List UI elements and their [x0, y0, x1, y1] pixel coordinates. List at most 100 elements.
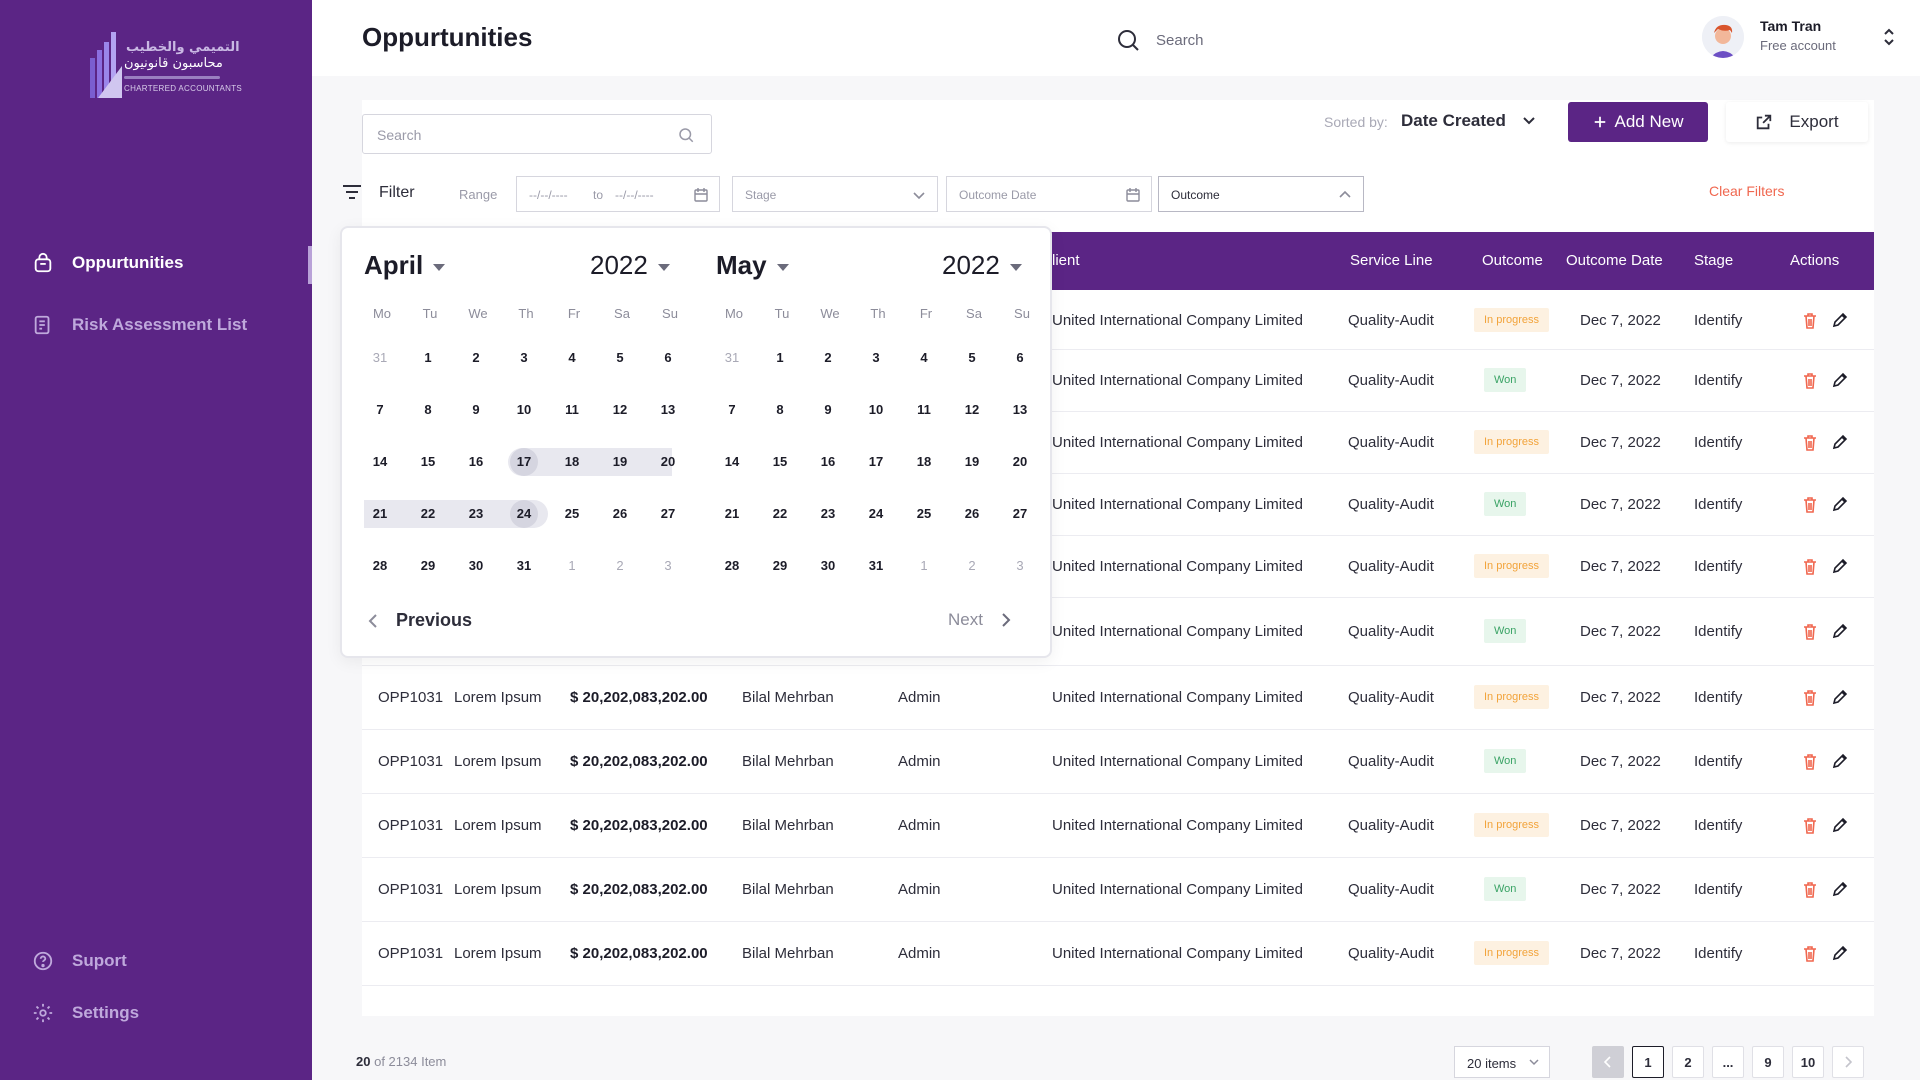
- edit-pencil-icon[interactable]: [1832, 623, 1848, 639]
- calendar-day[interactable]: 23: [458, 500, 494, 528]
- trash-icon[interactable]: [1802, 881, 1818, 899]
- trash-icon[interactable]: [1802, 372, 1818, 390]
- trash-icon[interactable]: [1802, 623, 1818, 641]
- calendar-day[interactable]: 30: [458, 552, 494, 580]
- edit-pencil-icon[interactable]: [1832, 558, 1848, 574]
- pagination-next[interactable]: [1832, 1046, 1864, 1078]
- trash-icon[interactable]: [1802, 689, 1818, 707]
- user-menu[interactable]: Tam Tran Free account: [1702, 16, 1902, 62]
- trash-icon[interactable]: [1802, 496, 1818, 514]
- calendar-day[interactable]: 3: [858, 344, 894, 372]
- outcome-date-field[interactable]: Outcome Date: [946, 176, 1152, 212]
- calendar-day[interactable]: 9: [458, 396, 494, 424]
- calendar-day[interactable]: 26: [602, 500, 638, 528]
- table-row[interactable]: OPP1031 Lorem Ipsum $ 20,202,083,202.00 Bil…: [362, 730, 1874, 794]
- calendar-previous-button[interactable]: Previous: [368, 610, 472, 631]
- calendar-day[interactable]: 25: [554, 500, 590, 528]
- calendar-day[interactable]: 17: [506, 448, 542, 476]
- sort-dropdown[interactable]: Date Created: [1401, 111, 1506, 131]
- trash-icon[interactable]: [1802, 753, 1818, 771]
- calendar-day[interactable]: 24: [858, 500, 894, 528]
- calendar-day[interactable]: 25: [906, 500, 942, 528]
- calendar-day[interactable]: 19: [954, 448, 990, 476]
- calendar-day[interactable]: 15: [762, 448, 798, 476]
- calendar-day[interactable]: 9: [810, 396, 846, 424]
- calendar-day[interactable]: 2: [954, 552, 990, 580]
- calendar-day[interactable]: 26: [954, 500, 990, 528]
- calendar-day[interactable]: 20: [1002, 448, 1038, 476]
- trash-icon[interactable]: [1802, 434, 1818, 452]
- calendar-day[interactable]: 22: [762, 500, 798, 528]
- list-search-input[interactable]: Search: [362, 114, 712, 154]
- pagination-ellipsis[interactable]: ...: [1712, 1046, 1744, 1078]
- chevron-updown-icon[interactable]: [1882, 26, 1896, 48]
- per-page-select[interactable]: 20 items: [1454, 1046, 1550, 1078]
- calendar-day[interactable]: 17: [858, 448, 894, 476]
- calendar-day[interactable]: 23: [810, 500, 846, 528]
- calendar-day[interactable]: 6: [650, 344, 686, 372]
- calendar-day[interactable]: 4: [906, 344, 942, 372]
- calendar-day[interactable]: 8: [762, 396, 798, 424]
- calendar-day[interactable]: 2: [602, 552, 638, 580]
- calendar-day[interactable]: 5: [954, 344, 990, 372]
- edit-pencil-icon[interactable]: [1832, 817, 1848, 833]
- calendar-day[interactable]: 18: [906, 448, 942, 476]
- calendar-day[interactable]: 30: [810, 552, 846, 580]
- trash-icon[interactable]: [1802, 945, 1818, 963]
- calendar-day[interactable]: 3: [506, 344, 542, 372]
- pagination-page-1[interactable]: 1: [1632, 1046, 1664, 1078]
- calendar-day[interactable]: 28: [714, 552, 750, 580]
- global-search-input[interactable]: Search: [1156, 32, 1204, 49]
- calendar-day[interactable]: 14: [714, 448, 750, 476]
- calendar-day[interactable]: 24: [506, 500, 542, 528]
- calendar-day[interactable]: 31: [506, 552, 542, 580]
- calendar-day[interactable]: 12: [954, 396, 990, 424]
- calendar-day[interactable]: 31: [858, 552, 894, 580]
- sidebar-item-oppurtunities[interactable]: Oppurtunities: [32, 252, 183, 274]
- pagination-page-2[interactable]: 2: [1672, 1046, 1704, 1078]
- calendar-day[interactable]: 3: [650, 552, 686, 580]
- calendar-day[interactable]: 11: [906, 396, 942, 424]
- calendar-day[interactable]: 10: [858, 396, 894, 424]
- calendar-day[interactable]: 6: [1002, 344, 1038, 372]
- global-search[interactable]: Search: [1116, 28, 1204, 52]
- calendar-day[interactable]: 11: [554, 396, 590, 424]
- trash-icon[interactable]: [1802, 312, 1818, 330]
- calendar-day[interactable]: 19: [602, 448, 638, 476]
- export-button[interactable]: Export: [1726, 102, 1868, 142]
- calendar-day[interactable]: 18: [554, 448, 590, 476]
- table-row[interactable]: OPP1031 Lorem Ipsum $ 20,202,083,202.00 Bil…: [362, 666, 1874, 730]
- sidebar-item-support[interactable]: Suport: [32, 950, 127, 972]
- table-row[interactable]: OPP1031 Lorem Ipsum $ 20,202,083,202.00 Bil…: [362, 794, 1874, 858]
- stage-select[interactable]: Stage: [732, 176, 938, 212]
- calendar-year-select-left[interactable]: 2022: [590, 250, 670, 281]
- calendar-day[interactable]: 1: [554, 552, 590, 580]
- calendar-day[interactable]: 31: [714, 344, 750, 372]
- calendar-day[interactable]: 16: [810, 448, 846, 476]
- edit-pencil-icon[interactable]: [1832, 434, 1848, 450]
- calendar-day[interactable]: 27: [1002, 500, 1038, 528]
- calendar-day[interactable]: 1: [410, 344, 446, 372]
- edit-pencil-icon[interactable]: [1832, 312, 1848, 328]
- column-header-client[interactable]: lient: [1052, 252, 1080, 269]
- column-header-outcome[interactable]: Outcome: [1482, 252, 1543, 269]
- edit-pencil-icon[interactable]: [1832, 689, 1848, 705]
- filter-label[interactable]: Filter: [379, 184, 415, 202]
- column-header-service-line[interactable]: Service Line: [1350, 252, 1433, 269]
- calendar-day[interactable]: 7: [362, 396, 398, 424]
- calendar-day[interactable]: 13: [1002, 396, 1038, 424]
- edit-pencil-icon[interactable]: [1832, 753, 1848, 769]
- calendar-day[interactable]: 4: [554, 344, 590, 372]
- outcome-select[interactable]: Outcome: [1158, 176, 1364, 212]
- company-logo[interactable]: التميمي والخطيب محاسبون قانونيون CHARTER…: [88, 30, 242, 102]
- calendar-day[interactable]: 15: [410, 448, 446, 476]
- pagination-page-9[interactable]: 9: [1752, 1046, 1784, 1078]
- edit-pencil-icon[interactable]: [1832, 496, 1848, 512]
- calendar-day[interactable]: 7: [714, 396, 750, 424]
- calendar-day[interactable]: 2: [458, 344, 494, 372]
- column-header-stage[interactable]: Stage: [1694, 252, 1733, 269]
- calendar-day[interactable]: 16: [458, 448, 494, 476]
- table-row[interactable]: OPP1031 Lorem Ipsum $ 20,202,083,202.00 Bil…: [362, 858, 1874, 922]
- calendar-month-select-left[interactable]: April: [364, 250, 446, 281]
- calendar-day[interactable]: 21: [714, 500, 750, 528]
